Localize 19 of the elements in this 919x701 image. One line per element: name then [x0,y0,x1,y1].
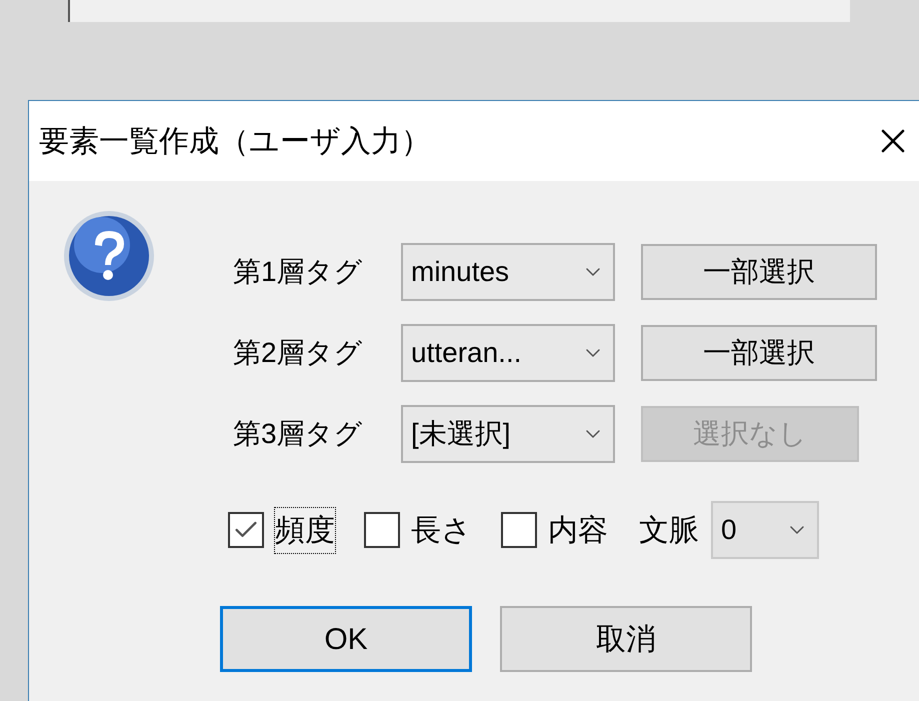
checkbox-label: 内容 [547,512,609,548]
field-label: 文脈 [639,512,699,548]
question-icon [62,209,156,303]
dropdown[interactable]: utteran... [401,324,615,382]
field-label: 第1層タグ [233,255,364,289]
field-label: 第2層タグ [233,336,364,370]
select-button[interactable]: 一部選択 [641,325,877,381]
checkbox[interactable] [228,512,264,548]
dropdown[interactable]: [未選択] [401,405,615,463]
window-title: 要素一覧作成（ユーザ入力） [39,124,431,160]
select-button[interactable]: 一部選択 [641,244,877,300]
dialog-button[interactable]: OK [220,606,472,672]
dialog-button[interactable]: 取消 [500,606,752,672]
field-label: 第3層タグ [233,417,364,451]
checkbox-label: 長さ [410,512,473,548]
checkbox[interactable] [501,512,537,548]
checkbox-label: 頻度 [274,506,336,554]
checkbox[interactable] [364,512,400,548]
dropdown[interactable]: minutes [401,243,615,301]
